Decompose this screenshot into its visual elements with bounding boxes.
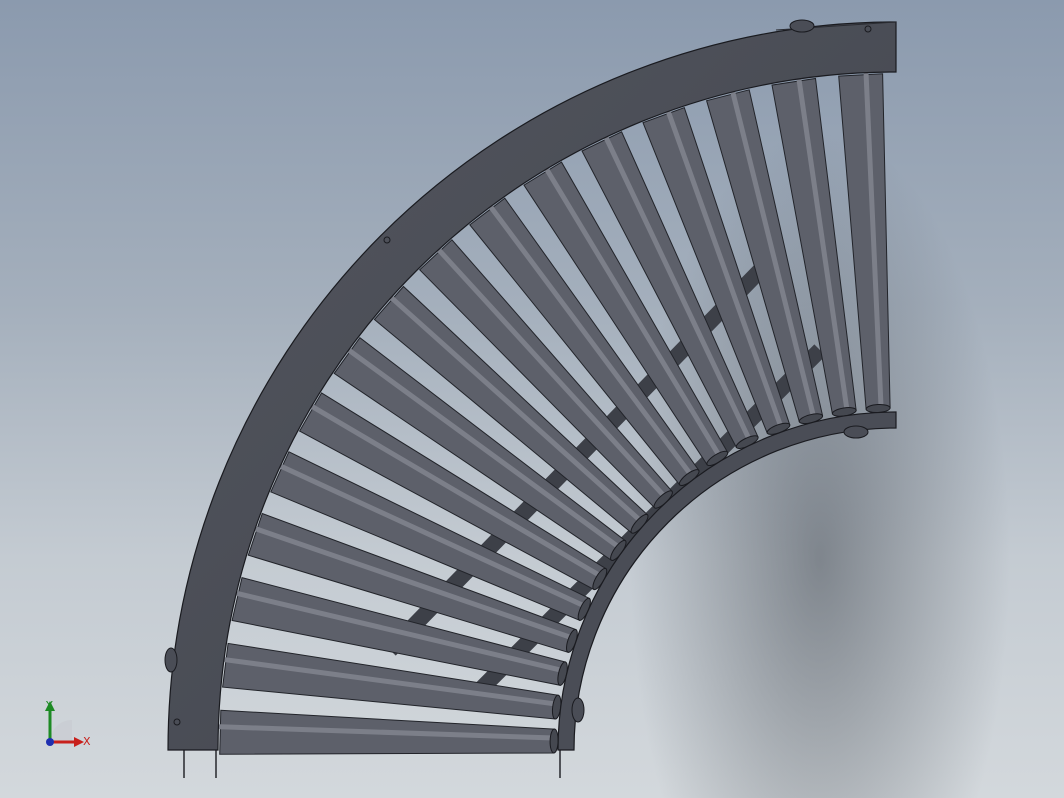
inner-side-rail bbox=[557, 411, 897, 751]
x-axis-label: X bbox=[83, 735, 91, 748]
mounting-foot-pad bbox=[843, 425, 869, 439]
z-axis-dot bbox=[46, 738, 54, 746]
roller-group bbox=[217, 72, 891, 755]
coordinate-triad[interactable]: X Y bbox=[36, 698, 100, 756]
cad-3d-viewport[interactable]: X Y bbox=[0, 0, 1064, 798]
mounting-foot-pad bbox=[571, 697, 585, 723]
curved-roller-conveyor-model[interactable] bbox=[0, 0, 1064, 798]
mounting-foot-pad bbox=[789, 19, 815, 33]
conveyor-roller bbox=[217, 709, 559, 755]
mounting-foot-pad bbox=[164, 647, 178, 673]
y-axis-label: Y bbox=[46, 699, 53, 712]
